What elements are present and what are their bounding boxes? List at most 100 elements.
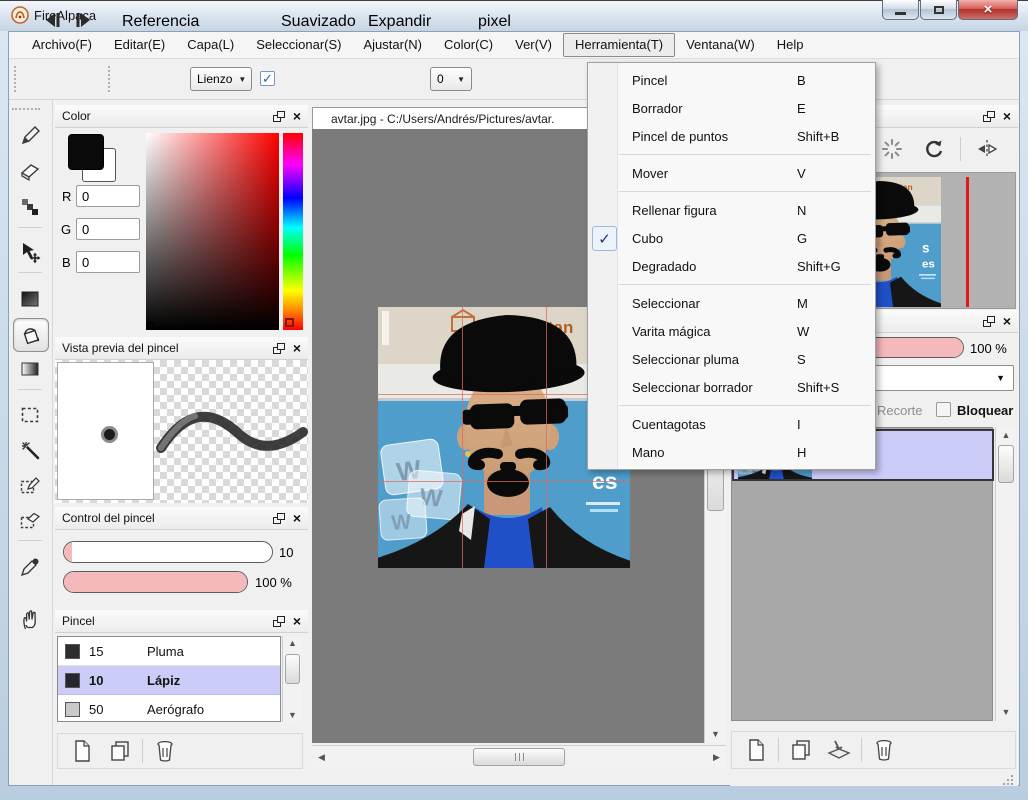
scroll-down-icon[interactable]: ▼ [996,704,1016,719]
hue-selector[interactable] [285,318,294,327]
foreground-color-swatch[interactable] [68,134,104,170]
scroll-down-icon[interactable]: ▼ [705,726,726,741]
brush-opacity-slider[interactable] [63,571,248,593]
canvas-hscrollbar[interactable]: ◀ ▶ [312,745,726,768]
hue-bar[interactable] [283,133,303,330]
close-panel-icon[interactable]: × [293,512,301,524]
referencia-dropdown[interactable]: Lienzo ▼ [190,67,252,91]
close-panel-icon[interactable]: × [293,110,301,122]
close-panel-icon[interactable]: × [1003,315,1011,327]
float-panel-icon[interactable] [273,616,285,627]
next-reference-button[interactable] [70,7,98,33]
scroll-down-icon[interactable]: ▼ [283,708,302,722]
menu-item-mano[interactable]: Mano H [588,438,875,466]
menu-color[interactable]: Color(C) [433,33,504,57]
move-tool-button[interactable] [13,237,47,269]
add-layer-button[interactable] [740,735,772,765]
menu-ver[interactable]: Ver(V) [504,33,563,57]
select-tool-button[interactable] [13,399,47,431]
menu-item-cuentagotas[interactable]: Cuentagotas I [588,410,875,438]
menu-item-seleccionar-borrador[interactable]: Seleccionar borrador Shift+S [588,373,875,401]
eyedropper-tool-button[interactable] [13,551,47,583]
menu-item-mover[interactable]: Mover V [588,159,875,187]
scrollbar-thumb[interactable] [998,445,1014,483]
float-panel-icon[interactable] [983,111,995,122]
float-panel-icon[interactable] [273,343,285,354]
menu-editar[interactable]: Editar(E) [103,33,176,57]
brush-list-scrollbar[interactable]: ▲ ▼ [282,636,302,722]
saturation-value-picker[interactable] [146,133,279,330]
float-panel-icon[interactable] [983,316,995,327]
eraser-tool-button[interactable] [13,155,47,187]
menu-item-rellenar-figura[interactable]: Rellenar figura N [588,196,875,224]
menu-item-cubo[interactable]: ✓ Cubo G [588,224,875,252]
sv-selector[interactable] [147,322,154,329]
toolstrip-drag-handle[interactable] [12,108,40,110]
scrollbar-thumb[interactable] [285,654,300,684]
menu-herramienta[interactable]: Herramienta(T) [563,33,675,57]
magic-wand-tool-button[interactable] [13,434,47,466]
menu-item-seleccionar[interactable]: Seleccionar M [588,289,875,317]
brush-row-pluma[interactable]: 15 Pluma [58,637,280,666]
g-value-input[interactable] [76,218,140,240]
select-pen-tool-button[interactable] [13,469,47,501]
merge-layer-button[interactable] [823,735,855,765]
resize-grip[interactable] [1002,772,1014,782]
dot-brush-tool-button[interactable] [13,191,47,223]
hand-tool-button[interactable] [13,604,47,636]
layer-list[interactable] [731,427,993,721]
menu-archivo[interactable]: Archivo(F) [21,33,103,57]
toolbar-drag-handle[interactable] [14,66,16,92]
menu-item-seleccionar-pluma[interactable]: Seleccionar pluma S [588,345,875,373]
float-panel-icon[interactable] [273,513,285,524]
selection-rect-icon [18,403,42,427]
scroll-left-icon[interactable]: ◀ [314,746,329,768]
fill-shape-tool-button[interactable] [13,283,47,315]
duplicate-brush-button[interactable] [104,736,136,766]
menu-ventana[interactable]: Ventana(W) [675,33,766,57]
brush-tool-button[interactable] [13,120,47,152]
suavizado-checkbox[interactable]: ✓ [260,71,275,86]
menu-ajustar[interactable]: Ajustar(N) [352,33,433,57]
menu-item-borrador[interactable]: Borrador E [588,94,875,122]
maximize-button[interactable] [920,0,957,20]
delete-brush-button[interactable] [149,736,181,766]
separator [960,137,961,161]
float-panel-icon[interactable] [273,111,285,122]
expandir-dropdown[interactable]: 0 ▼ [430,67,472,91]
prev-reference-button[interactable] [38,7,66,33]
scroll-up-icon[interactable]: ▲ [996,427,1016,442]
menu-seleccionar[interactable]: Seleccionar(S) [245,33,352,57]
delete-layer-button[interactable] [868,735,900,765]
menu-item-pincel[interactable]: Pincel B [588,66,875,94]
select-eraser-tool-button[interactable] [13,504,47,536]
close-panel-icon[interactable]: × [293,342,301,354]
reset-zoom-button[interactable] [876,134,908,164]
toolbar-drag-handle-2[interactable] [108,66,110,92]
brush-row-lapiz[interactable]: 10 Lápiz [58,666,280,695]
close-button[interactable]: × [958,0,1018,20]
canvas-hscroll-thumb[interactable] [473,748,565,766]
brush-row-aerografo[interactable]: 50 Aerógrafo [58,695,280,722]
close-panel-icon[interactable]: × [293,615,301,627]
brush-size-slider[interactable] [63,541,273,563]
menu-capa[interactable]: Capa(L) [176,33,245,57]
menu-item-degradado[interactable]: Degradado Shift+G [588,252,875,280]
add-brush-button[interactable] [66,736,98,766]
flip-horizontal-button[interactable] [971,134,1003,164]
scroll-up-icon[interactable]: ▲ [283,636,302,650]
r-value-input[interactable] [76,185,140,207]
menu-help[interactable]: Help [766,33,815,57]
reset-rotation-button[interactable] [918,134,950,164]
gradient-tool-button[interactable] [13,353,47,385]
b-value-input[interactable] [76,251,140,273]
minimize-button[interactable] [882,0,919,20]
bloquear-checkbox[interactable] [936,402,951,417]
bucket-tool-button[interactable] [13,318,49,352]
duplicate-layer-button[interactable] [785,735,817,765]
menu-item-varita-magica[interactable]: Varita mágica W [588,317,875,345]
layer-list-scrollbar[interactable]: ▲ ▼ [995,427,1016,721]
close-panel-icon[interactable]: × [1003,110,1011,122]
scroll-right-icon[interactable]: ▶ [709,746,724,768]
menu-item-pincel-de-puntos[interactable]: Pincel de puntos Shift+B [588,122,875,150]
